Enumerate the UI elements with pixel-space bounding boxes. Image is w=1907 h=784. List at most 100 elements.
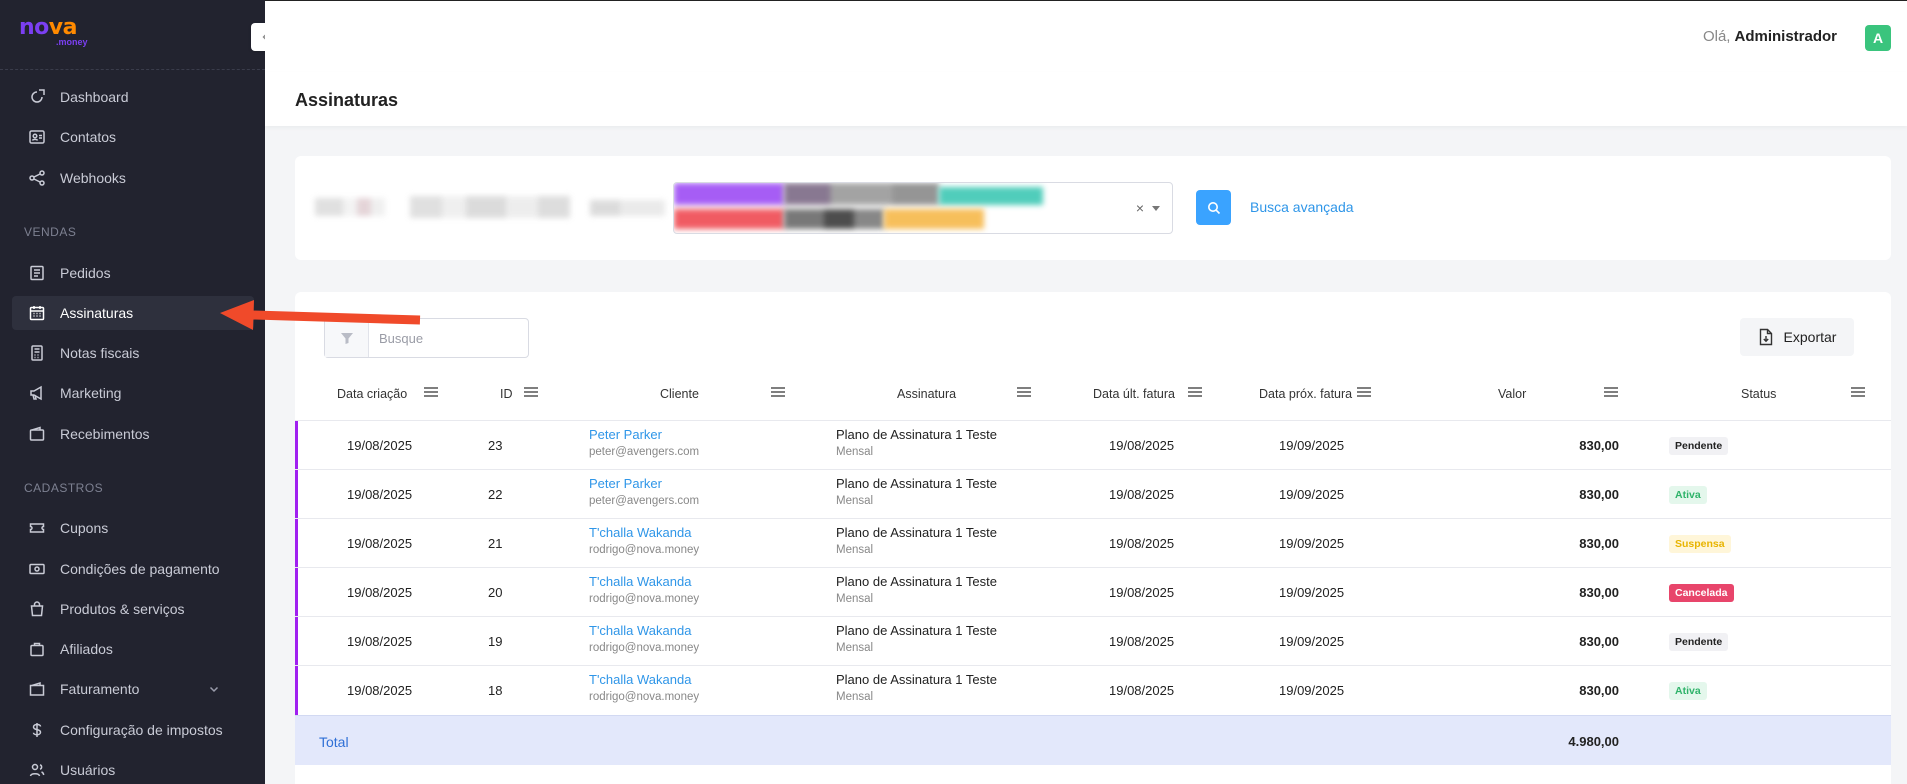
avatar[interactable]: A [1865, 25, 1891, 51]
row-accent [295, 568, 298, 617]
row-accent [295, 421, 298, 470]
column-header-data-criacao[interactable]: Data criação [337, 384, 407, 404]
cell-created: 19/08/2025 [347, 683, 413, 698]
status-badge: Pendente [1669, 633, 1729, 651]
search-input[interactable]: Busque [369, 331, 423, 346]
status-badge: Suspensa [1669, 535, 1731, 553]
cell-last-invoice: 19/08/2025 [1109, 585, 1175, 600]
top-bar: Olá, Administrador A [265, 0, 1907, 72]
cell-next-invoice: 19/09/2025 [1279, 536, 1345, 551]
cell-value: 830,00 [1579, 683, 1619, 698]
clear-selection-icon[interactable]: × [1136, 200, 1144, 216]
cell-period: Mensal [836, 446, 874, 458]
sidebar-item-afiliados[interactable]: Afiliados [12, 632, 254, 666]
sidebar-item-assinaturas[interactable]: Assinaturas [12, 296, 254, 330]
filter-card: × Busca avançada [295, 156, 1891, 260]
column-header-status[interactable]: Status [1741, 384, 1776, 404]
sidebar-item-label: Condições de pagamento [60, 561, 220, 577]
total-label: Total [319, 734, 349, 750]
sidebar-item-recebimentos[interactable]: Recebimentos [12, 417, 254, 451]
cell-value: 830,00 [1579, 634, 1619, 649]
export-label: Exportar [1783, 329, 1837, 345]
sidebar-item-webhooks[interactable]: Webhooks [12, 161, 254, 195]
column-menu-icon[interactable] [424, 386, 438, 398]
sidebar-item-contatos[interactable]: Contatos [12, 120, 254, 154]
chevron-down-icon[interactable] [1152, 206, 1160, 211]
sidebar-item-notas-fiscais[interactable]: Notas fiscais [12, 336, 254, 370]
table-row[interactable]: 19/08/2025 19 T'challa Wakanda rodrigo@n… [295, 616, 1891, 666]
sidebar-item-usuarios[interactable]: Usuários [12, 753, 254, 784]
table-row[interactable]: 19/08/2025 22 Peter Parker peter@avenger… [295, 469, 1891, 519]
sidebar-item-label: Produtos & serviços [60, 601, 185, 617]
column-header-data-ult-fatura[interactable]: Data últ. fatura [1093, 384, 1175, 404]
client-link[interactable]: T'challa Wakanda [589, 672, 691, 687]
sidebar-item-condicoes-pagamento[interactable]: Condições de pagamento [12, 552, 254, 586]
sidebar-item-dashboard[interactable]: Dashboard [12, 80, 254, 114]
client-email: peter@avengers.com [589, 446, 700, 458]
column-menu-icon[interactable] [1357, 386, 1371, 398]
client-link[interactable]: Peter Parker [589, 476, 662, 491]
column-header-assinatura[interactable]: Assinatura [897, 384, 956, 404]
sidebar-item-label: Notas fiscais [60, 345, 140, 361]
cell-created: 19/08/2025 [347, 585, 413, 600]
briefcase-icon [30, 642, 44, 657]
cell-created: 19/08/2025 [347, 438, 413, 453]
table-row[interactable]: 19/08/2025 18 T'challa Wakanda rodrigo@n… [295, 665, 1891, 715]
total-value: 4.980,00 [1568, 734, 1619, 749]
user-name: Administrador [1734, 28, 1837, 45]
sidebar-item-produtos-servicos[interactable]: Produtos & serviços [12, 592, 254, 626]
row-accent [295, 470, 298, 519]
cell-plan: Plano de Assinatura 1 Teste [836, 672, 997, 687]
column-menu-icon[interactable] [524, 386, 538, 398]
client-email: rodrigo@nova.money [589, 593, 700, 605]
cell-period: Mensal [836, 691, 874, 703]
search-button[interactable] [1196, 190, 1231, 225]
table-search[interactable]: Busque [324, 318, 529, 358]
table-row[interactable]: 19/08/2025 21 T'challa Wakanda rodrigo@n… [295, 518, 1891, 568]
sidebar-item-label: Configuração de impostos [60, 722, 223, 738]
cell-value: 830,00 [1579, 585, 1619, 600]
column-header-valor[interactable]: Valor [1498, 384, 1526, 404]
nova-money-logo[interactable]: nova .money [19, 17, 88, 51]
column-header-cliente[interactable]: Cliente [660, 384, 699, 404]
filter-icon-button[interactable] [325, 319, 369, 357]
column-menu-icon[interactable] [1188, 386, 1202, 398]
cell-value: 830,00 [1579, 487, 1619, 502]
wallet-icon [29, 426, 45, 441]
sidebar-item-marketing[interactable]: Marketing [12, 376, 254, 410]
bag-icon [30, 601, 44, 617]
cell-id: 19 [488, 634, 503, 649]
sidebar: nova .money Dashboard Contatos Webhooks … [0, 0, 265, 784]
cell-next-invoice: 19/09/2025 [1279, 438, 1345, 453]
sidebar-item-pedidos[interactable]: Pedidos [12, 256, 254, 290]
advanced-search-link[interactable]: Busca avançada [1250, 199, 1354, 215]
client-link[interactable]: T'challa Wakanda [589, 574, 691, 589]
client-link[interactable]: T'challa Wakanda [589, 525, 691, 540]
sidebar-item-label: Assinaturas [60, 305, 134, 321]
cell-id: 21 [488, 536, 503, 551]
client-link[interactable]: T'challa Wakanda [589, 623, 691, 638]
column-menu-icon[interactable] [1851, 386, 1865, 398]
table-row[interactable]: 19/08/2025 23 Peter Parker peter@avenger… [295, 420, 1891, 470]
column-header-data-prox-fatura[interactable]: Data próx. fatura [1259, 384, 1352, 404]
chevron-down-icon[interactable] [208, 683, 220, 695]
sidebar-item-faturamento[interactable]: Faturamento [12, 672, 254, 706]
column-menu-icon[interactable] [771, 386, 785, 398]
status-badge: Ativa [1669, 682, 1707, 700]
cell-created: 19/08/2025 [347, 634, 413, 649]
sidebar-item-configuracao-impostos[interactable]: Configuração de impostos [12, 713, 254, 747]
user-greeting[interactable]: Olá, Administrador [1703, 28, 1837, 45]
client-link[interactable]: Peter Parker [589, 427, 662, 442]
cell-created: 19/08/2025 [347, 487, 413, 502]
column-menu-icon[interactable] [1604, 386, 1618, 398]
sidebar-item-cupons[interactable]: Cupons [12, 511, 254, 545]
cell-period: Mensal [836, 593, 874, 605]
column-menu-icon[interactable] [1017, 386, 1031, 398]
export-button[interactable]: Exportar [1740, 318, 1854, 356]
cell-value: 830,00 [1579, 536, 1619, 551]
table-row[interactable]: 19/08/2025 20 T'challa Wakanda rodrigo@n… [295, 567, 1891, 617]
column-header-id[interactable]: ID [500, 384, 513, 404]
money-icon [29, 563, 45, 575]
total-row: Total 4.980,00 [295, 715, 1891, 765]
filter-select[interactable]: × [673, 182, 1173, 234]
